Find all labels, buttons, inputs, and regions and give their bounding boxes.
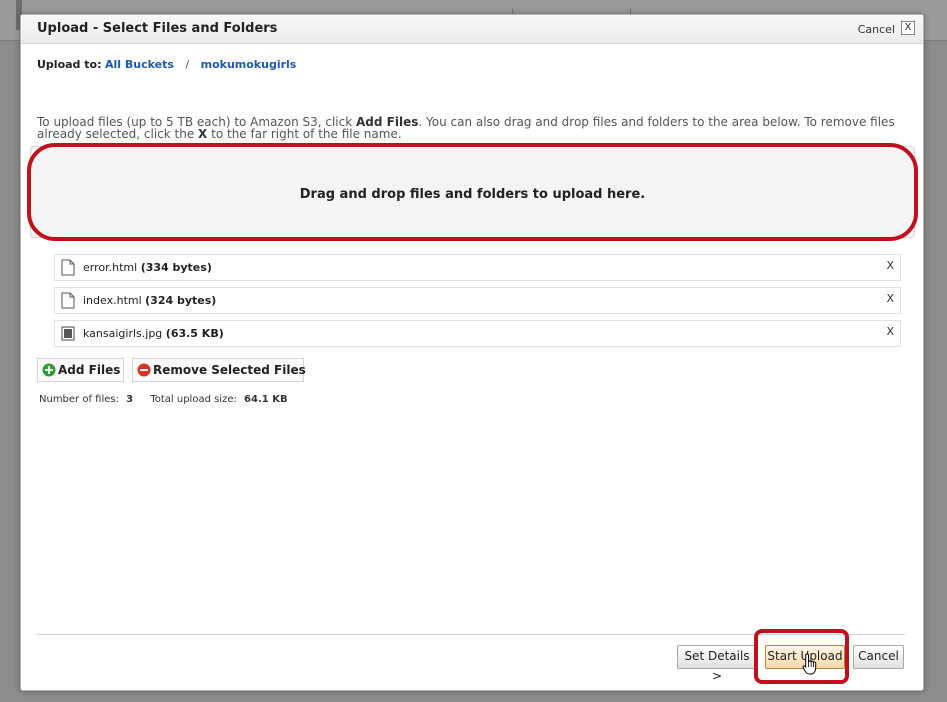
remove-file-button[interactable]: X (886, 259, 894, 272)
breadcrumb-separator: / (185, 58, 190, 71)
file-row[interactable]: index.html (324 bytes) X (54, 287, 901, 314)
upload-size-value: 64.1 KB (244, 394, 288, 405)
remove-file-button[interactable]: X (886, 292, 894, 305)
files-count-value: 3 (126, 394, 134, 405)
remove-selected-files-button[interactable]: Remove Selected Files (132, 358, 306, 382)
file-name: kansaigirls.jpg (63.5 KB) (83, 327, 224, 340)
upload-to-label: Upload to: (37, 58, 102, 71)
drop-zone[interactable]: Drag and drop files and folders to uploa… (27, 143, 918, 241)
upload-destination: Upload to: All Buckets / mokumokugirls (37, 58, 296, 71)
footer-divider (37, 634, 905, 635)
add-files-label: Add Files (58, 363, 121, 377)
dialog-title: Upload - Select Files and Folders (37, 21, 278, 36)
set-details-button[interactable]: Set Details > (677, 645, 757, 683)
image-icon (61, 326, 75, 341)
document-icon (61, 259, 75, 276)
upload-instructions: To upload files (up to 5 TB each) to Ama… (37, 116, 907, 140)
add-files-button[interactable]: Add Files (37, 358, 124, 382)
file-name: index.html (324 bytes) (83, 294, 217, 307)
upload-size-label: Total upload size: (150, 394, 237, 405)
drop-zone-text: Drag and drop files and folders to uploa… (299, 187, 646, 202)
upload-dialog: Upload - Select Files and Folders Cancel… (20, 14, 924, 691)
instructions-text: to the far right of the file name. (207, 127, 402, 141)
breadcrumb-all-buckets[interactable]: All Buckets (105, 58, 174, 71)
start-upload-button[interactable]: Start Upload (765, 645, 845, 669)
remove-file-button[interactable]: X (886, 325, 894, 338)
close-icon[interactable]: X (901, 21, 915, 35)
upload-summary: Number of files: 3 Total upload size: 64… (39, 394, 288, 405)
files-count-label: Number of files: (39, 394, 119, 405)
document-icon (61, 292, 75, 309)
breadcrumb-bucket[interactable]: mokumokugirls (201, 58, 297, 71)
file-name: error.html (334 bytes) (83, 261, 212, 274)
remove-selected-label: Remove Selected Files (153, 363, 306, 377)
remove-icon (137, 363, 151, 377)
cancel-button[interactable]: Cancel (853, 645, 904, 669)
add-icon (42, 363, 56, 377)
file-row[interactable]: error.html (334 bytes) X (54, 254, 901, 281)
dialog-header: Upload - Select Files and Folders Cancel… (21, 15, 923, 44)
instructions-x: X (198, 127, 208, 141)
header-cancel-link[interactable]: Cancel (858, 23, 895, 36)
file-row[interactable]: kansaigirls.jpg (63.5 KB) X (54, 320, 901, 347)
